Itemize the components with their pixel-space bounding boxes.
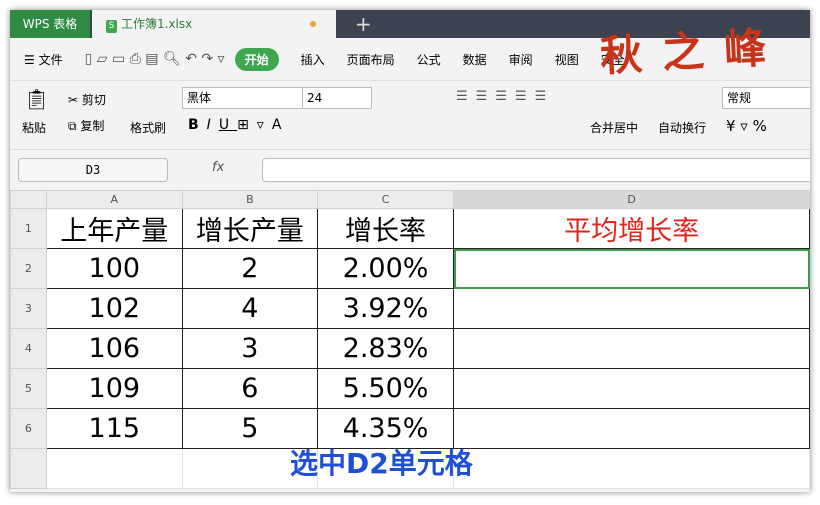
cell[interactable]: [453, 448, 810, 489]
cell[interactable]: 102: [45, 288, 183, 329]
cell[interactable]: [45, 448, 183, 489]
table-row: 4 106 3 2.83%: [10, 328, 810, 369]
cell[interactable]: 3: [181, 328, 318, 369]
menu-insert[interactable]: 插入: [301, 51, 325, 68]
quick-access-icons[interactable]: ▯ ▱ ▭ ⎙ ▤ 🔍︎ ↶ ↷ ▿: [85, 51, 225, 67]
number-format-select[interactable]: 常规: [722, 87, 810, 109]
cell[interactable]: 增长产量: [181, 208, 318, 249]
cell[interactable]: 106: [45, 328, 183, 369]
cell[interactable]: 115: [45, 408, 183, 449]
currency-percent-buttons[interactable]: ¥ ▿ %: [726, 117, 767, 135]
cell[interactable]: 上年产量: [45, 208, 183, 249]
unsaved-dot-icon: [310, 21, 316, 27]
cell[interactable]: 100: [45, 248, 183, 289]
select-all-corner[interactable]: [10, 190, 47, 209]
tab-document[interactable]: S 工作簿1.xlsx: [92, 10, 336, 38]
column-header-b[interactable]: B: [181, 190, 318, 209]
table-row: 3 102 4 3.92%: [10, 288, 810, 329]
row-header[interactable]: [10, 448, 47, 489]
table-row: 1 上年产量 增长产量 增长率 平均增长率: [10, 208, 810, 249]
cell[interactable]: 平均增长率: [453, 208, 810, 249]
menu-formula[interactable]: 公式: [417, 51, 441, 68]
column-header-c[interactable]: C: [316, 190, 455, 209]
paste-button[interactable]: 粘贴: [22, 119, 46, 136]
new-tab-button[interactable]: +: [355, 12, 372, 36]
column-header-d[interactable]: D: [453, 190, 810, 209]
merge-center-button[interactable]: 合并居中: [590, 119, 638, 136]
table-row: 5 109 6 5.50%: [10, 368, 810, 409]
wrap-text-button[interactable]: 自动换行: [658, 119, 706, 136]
align-buttons[interactable]: ☰☰☰☰☰: [456, 89, 554, 104]
formula-bar: D3 fx: [10, 149, 810, 190]
cell[interactable]: 增长率: [316, 208, 455, 249]
fx-label[interactable]: fx: [212, 160, 224, 175]
row-header[interactable]: 4: [10, 328, 47, 369]
font-style-buttons[interactable]: BIU⊞▿A: [188, 117, 289, 133]
instruction-caption: 选中D2单元格: [290, 447, 473, 480]
cell[interactable]: 2.00%: [316, 248, 455, 289]
row-header[interactable]: 3: [10, 288, 47, 329]
cell[interactable]: [453, 288, 810, 329]
cell[interactable]: 109: [45, 368, 183, 409]
menu-file[interactable]: ☰ 文件: [24, 51, 63, 68]
copy-label: 复制: [80, 119, 105, 133]
cell[interactable]: 2: [181, 248, 318, 289]
tab-document-label: 工作簿1.xlsx: [121, 17, 193, 31]
row-header[interactable]: 1: [10, 208, 47, 249]
column-header-a[interactable]: A: [45, 190, 183, 209]
row-header[interactable]: 5: [10, 368, 47, 409]
row-header[interactable]: 6: [10, 408, 47, 449]
formula-input[interactable]: [262, 158, 810, 182]
cell[interactable]: 5.50%: [316, 368, 455, 409]
cell[interactable]: [453, 408, 810, 449]
cell[interactable]: 4: [181, 288, 318, 329]
font-select[interactable]: 黑体: [182, 87, 306, 109]
ribbon: 📋︎ 粘贴 ✂ 剪切 ⧉ 复制 格式刷 黑体 24 BIU⊞▿A ☰☰☰☰☰ 合…: [10, 81, 810, 149]
menu-review[interactable]: 审阅: [509, 51, 533, 68]
cut-button[interactable]: ✂ 剪切: [68, 91, 106, 108]
cell[interactable]: 6: [181, 368, 318, 409]
watermark-logo: 秋之峰: [599, 22, 788, 81]
table-row: 2 100 2 2.00%: [10, 248, 810, 289]
spreadsheet-icon: S: [106, 20, 117, 33]
cut-label: 剪切: [81, 93, 106, 107]
row-header[interactable]: 2: [10, 248, 47, 289]
name-box[interactable]: D3: [18, 158, 168, 182]
wps-window: WPS 表格 S 工作簿1.xlsx + 秋之峰 ☰ 文件 ▯ ▱ ▭ ⎙ ▤ 🔍…: [10, 10, 810, 492]
menu-data[interactable]: 数据: [463, 51, 487, 68]
cell[interactable]: [453, 328, 810, 369]
menu-view[interactable]: 视图: [555, 51, 579, 68]
copy-button[interactable]: ⧉ 复制: [68, 117, 104, 134]
cell[interactable]: [453, 368, 810, 409]
cell[interactable]: 3.92%: [316, 288, 455, 329]
menu-file-label: 文件: [38, 52, 63, 67]
font-size-select[interactable]: 24: [302, 87, 372, 109]
menu-start[interactable]: 开始: [234, 47, 279, 71]
cell[interactable]: 2.83%: [316, 328, 455, 369]
format-painter-button[interactable]: 格式刷: [130, 119, 166, 136]
selected-cell-d2[interactable]: [453, 248, 810, 289]
menu-page-layout[interactable]: 页面布局: [347, 51, 395, 68]
tab-wps-home[interactable]: WPS 表格: [10, 10, 90, 38]
paste-icon: 📋︎: [24, 87, 50, 111]
